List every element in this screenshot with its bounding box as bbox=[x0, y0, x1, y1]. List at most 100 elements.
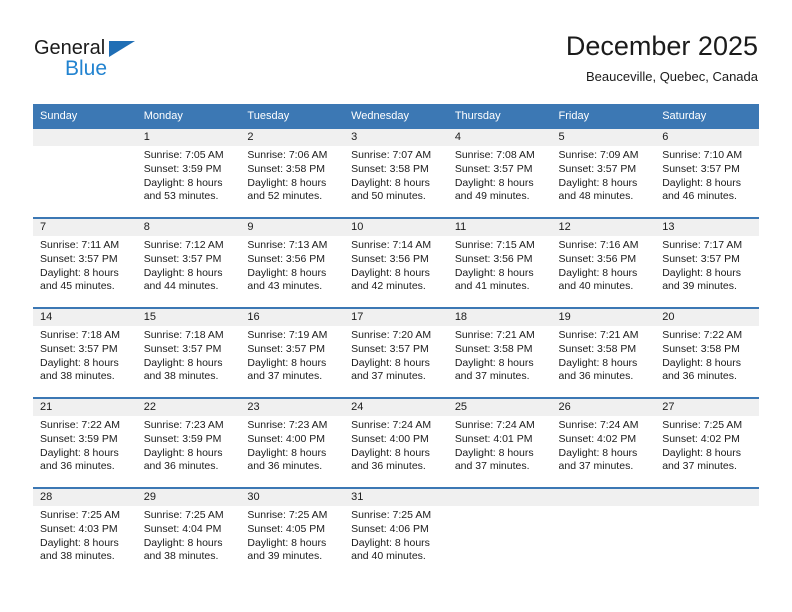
day-cell-inner[interactable]: 28 Sunrise: 7:25 AM Sunset: 4:03 PM Dayligh… bbox=[33, 489, 137, 577]
day-cell-inner[interactable]: 25 Sunrise: 7:24 AM Sunset: 4:01 PM Dayligh… bbox=[447, 399, 552, 487]
daylight-text-line2: and 37 minutes. bbox=[351, 370, 426, 383]
day-number bbox=[33, 129, 137, 146]
day-number: 3 bbox=[344, 129, 448, 146]
daylight-text-line2: and 36 minutes. bbox=[558, 370, 634, 383]
day-cell-inner[interactable]: 15 Sunrise: 7:18 AM Sunset: 3:57 PM Dayligh… bbox=[136, 309, 241, 397]
day-details bbox=[552, 506, 656, 509]
day-cell-inner[interactable]: 16 Sunrise: 7:19 AM Sunset: 3:57 PM Dayligh… bbox=[240, 309, 345, 397]
daylight-text-line2: and 45 minutes. bbox=[40, 280, 115, 293]
day-details: Sunrise: 7:24 AM Sunset: 4:02 PM Daylight:… bbox=[552, 416, 656, 474]
day-number: 6 bbox=[655, 129, 759, 146]
sunrise-text: Sunrise: 7:09 AM bbox=[558, 149, 639, 161]
day-number: 14 bbox=[33, 309, 137, 326]
day-details: Sunrise: 7:10 AM Sunset: 3:57 PM Daylight:… bbox=[655, 146, 759, 204]
daylight-text-line1: Daylight: 8 hours bbox=[247, 266, 327, 279]
day-cell-inner[interactable]: 2 Sunrise: 7:06 AM Sunset: 3:58 PM Daylight… bbox=[240, 129, 345, 217]
day-cell-inner[interactable]: 14 Sunrise: 7:18 AM Sunset: 3:57 PM Dayligh… bbox=[33, 309, 137, 397]
day-cell-inner[interactable]: 24 Sunrise: 7:24 AM Sunset: 4:00 PM Dayligh… bbox=[344, 399, 448, 487]
day-cell-inner[interactable]: 23 Sunrise: 7:23 AM Sunset: 4:00 PM Dayligh… bbox=[240, 399, 345, 487]
day-cell: 4 Sunrise: 7:08 AM Sunset: 3:57 PM Daylight… bbox=[447, 127, 552, 218]
day-cell-inner[interactable]: 5 Sunrise: 7:09 AM Sunset: 3:57 PM Daylight… bbox=[551, 129, 656, 217]
daylight-text-line2: and 53 minutes. bbox=[143, 190, 219, 203]
daylight-text-line1: Daylight: 8 hours bbox=[454, 176, 534, 189]
daylight-text-line1: Daylight: 8 hours bbox=[40, 446, 119, 459]
day-cell: 1 Sunrise: 7:05 AM Sunset: 3:59 PM Daylight… bbox=[136, 127, 241, 218]
day-cell: 25 Sunrise: 7:24 AM Sunset: 4:01 PM Dayligh… bbox=[447, 397, 552, 488]
sunrise-text: Sunrise: 7:21 AM bbox=[558, 329, 639, 341]
day-cell-inner[interactable]: 11 Sunrise: 7:15 AM Sunset: 3:56 PM Dayligh… bbox=[447, 219, 552, 307]
day-number: 7 bbox=[33, 219, 137, 236]
day-details: Sunrise: 7:24 AM Sunset: 4:01 PM Daylight:… bbox=[448, 416, 552, 474]
sunset-text: Sunset: 3:59 PM bbox=[143, 162, 222, 175]
daylight-text-line2: and 40 minutes. bbox=[558, 280, 634, 293]
sunrise-text: Sunrise: 7:24 AM bbox=[351, 419, 432, 431]
day-details: Sunrise: 7:13 AM Sunset: 3:56 PM Daylight:… bbox=[240, 236, 344, 294]
sunset-text: Sunset: 3:56 PM bbox=[247, 252, 326, 265]
sunset-text: Sunset: 3:58 PM bbox=[247, 162, 326, 175]
day-cell-inner[interactable]: 9 Sunrise: 7:13 AM Sunset: 3:56 PM Daylight… bbox=[240, 219, 345, 307]
day-details: Sunrise: 7:12 AM Sunset: 3:57 PM Daylight:… bbox=[137, 236, 241, 294]
day-cell-inner[interactable]: 18 Sunrise: 7:21 AM Sunset: 3:58 PM Dayligh… bbox=[447, 309, 552, 397]
day-details: Sunrise: 7:25 AM Sunset: 4:02 PM Daylight:… bbox=[655, 416, 759, 474]
day-cell-inner[interactable]: 10 Sunrise: 7:14 AM Sunset: 3:56 PM Dayligh… bbox=[344, 219, 448, 307]
day-cell-inner[interactable]: 8 Sunrise: 7:12 AM Sunset: 3:57 PM Daylight… bbox=[136, 219, 241, 307]
week-row: 7 Sunrise: 7:11 AM Sunset: 3:57 PM Daylight… bbox=[33, 217, 759, 308]
daylight-text-line2: and 37 minutes. bbox=[454, 370, 530, 383]
daylight-text-line2: and 37 minutes. bbox=[454, 460, 530, 473]
day-cell: 2 Sunrise: 7:06 AM Sunset: 3:58 PM Daylight… bbox=[240, 127, 345, 218]
day-cell-inner[interactable]: 31 Sunrise: 7:25 AM Sunset: 4:06 PM Dayligh… bbox=[344, 489, 448, 577]
day-cell-inner[interactable]: 21 Sunrise: 7:22 AM Sunset: 3:59 PM Dayligh… bbox=[33, 399, 137, 487]
day-cell-inner[interactable]: 27 Sunrise: 7:25 AM Sunset: 4:02 PM Dayligh… bbox=[655, 399, 759, 487]
daylight-text-line2: and 43 minutes. bbox=[247, 280, 323, 293]
day-number: 29 bbox=[136, 489, 241, 506]
daylight-text-line1: Daylight: 8 hours bbox=[558, 176, 638, 189]
daylight-text-line2: and 39 minutes. bbox=[662, 280, 737, 293]
daylight-text-line2: and 39 minutes. bbox=[247, 550, 323, 563]
day-cell-inner[interactable]: 22 Sunrise: 7:23 AM Sunset: 3:59 PM Dayligh… bbox=[136, 399, 241, 487]
weekday-header-saturday: Saturday bbox=[655, 104, 759, 128]
day-cell-inner[interactable]: 1 Sunrise: 7:05 AM Sunset: 3:59 PM Daylight… bbox=[136, 129, 241, 217]
daylight-text-line2: and 38 minutes. bbox=[143, 370, 219, 383]
daylight-text-line1: Daylight: 8 hours bbox=[662, 446, 742, 459]
day-number: 23 bbox=[240, 399, 345, 416]
day-cell-inner[interactable]: 3 Sunrise: 7:07 AM Sunset: 3:58 PM Daylight… bbox=[344, 129, 448, 217]
day-number: 22 bbox=[136, 399, 241, 416]
day-cell-inner[interactable]: 19 Sunrise: 7:21 AM Sunset: 3:58 PM Dayligh… bbox=[551, 309, 656, 397]
day-details bbox=[655, 506, 759, 509]
day-cell-inner[interactable]: 30 Sunrise: 7:25 AM Sunset: 4:05 PM Dayligh… bbox=[240, 489, 345, 577]
day-cell-inner[interactable]: 26 Sunrise: 7:24 AM Sunset: 4:02 PM Dayligh… bbox=[551, 399, 656, 487]
day-cell: 5 Sunrise: 7:09 AM Sunset: 3:57 PM Daylight… bbox=[551, 127, 656, 218]
day-cell: 10 Sunrise: 7:14 AM Sunset: 3:56 PM Dayligh… bbox=[344, 217, 448, 308]
sunset-text: Sunset: 3:57 PM bbox=[351, 342, 429, 355]
day-cell-inner[interactable]: 13 Sunrise: 7:17 AM Sunset: 3:57 PM Dayligh… bbox=[655, 219, 759, 307]
sunset-text: Sunset: 4:02 PM bbox=[558, 432, 637, 445]
day-cell-inner[interactable]: 20 Sunrise: 7:22 AM Sunset: 3:58 PM Dayligh… bbox=[655, 309, 759, 397]
day-cell-inner[interactable]: 4 Sunrise: 7:08 AM Sunset: 3:57 PM Daylight… bbox=[447, 129, 552, 217]
sunrise-text: Sunrise: 7:25 AM bbox=[662, 419, 743, 431]
day-number: 16 bbox=[240, 309, 345, 326]
daylight-text-line1: Daylight: 8 hours bbox=[662, 356, 742, 369]
day-details: Sunrise: 7:23 AM Sunset: 3:59 PM Daylight:… bbox=[137, 416, 241, 474]
daylight-text-line1: Daylight: 8 hours bbox=[247, 176, 327, 189]
daylight-text-line2: and 38 minutes. bbox=[143, 550, 219, 563]
weekday-header-monday: Monday bbox=[136, 104, 241, 128]
sunset-text: Sunset: 4:05 PM bbox=[247, 522, 326, 535]
day-cell bbox=[655, 487, 759, 577]
day-number: 13 bbox=[655, 219, 759, 236]
day-cell-inner[interactable]: 17 Sunrise: 7:20 AM Sunset: 3:57 PM Dayligh… bbox=[344, 309, 448, 397]
daylight-text-line2: and 50 minutes. bbox=[351, 190, 426, 203]
sunset-text: Sunset: 4:01 PM bbox=[454, 432, 533, 445]
day-cell-inner[interactable]: 29 Sunrise: 7:25 AM Sunset: 4:04 PM Dayligh… bbox=[136, 489, 241, 577]
page-title: December 2025 bbox=[565, 31, 758, 61]
day-cell-inner[interactable]: 7 Sunrise: 7:11 AM Sunset: 3:57 PM Daylight… bbox=[33, 219, 137, 307]
day-details: Sunrise: 7:08 AM Sunset: 3:57 PM Daylight:… bbox=[448, 146, 552, 204]
sunrise-text: Sunrise: 7:17 AM bbox=[662, 239, 743, 251]
day-number: 5 bbox=[551, 129, 656, 146]
weekday-header-wednesday: Wednesday bbox=[344, 104, 448, 128]
daylight-text-line1: Daylight: 8 hours bbox=[351, 266, 430, 279]
general-blue-logo[interactable]: General Blue bbox=[34, 38, 194, 84]
day-cell-inner[interactable]: 12 Sunrise: 7:16 AM Sunset: 3:56 PM Dayligh… bbox=[551, 219, 656, 307]
day-number: 1 bbox=[136, 129, 241, 146]
day-cell-inner[interactable]: 6 Sunrise: 7:10 AM Sunset: 3:57 PM Daylight… bbox=[655, 129, 759, 217]
day-details bbox=[33, 146, 137, 149]
